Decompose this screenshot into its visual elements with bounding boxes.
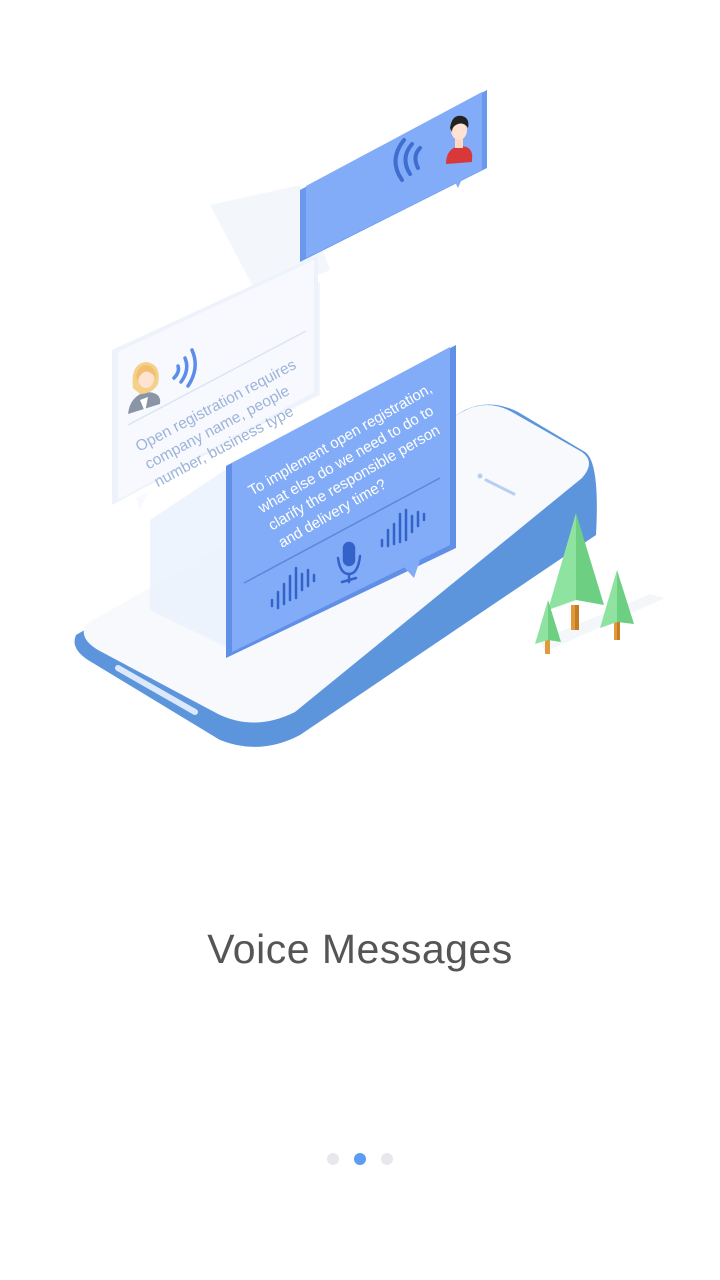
onboarding-title: Voice Messages — [207, 926, 513, 972]
page-dot-2-active[interactable] — [354, 1153, 366, 1165]
page-dot-1[interactable] — [327, 1153, 339, 1165]
phone-camera — [477, 473, 483, 479]
top-voice-bubble — [300, 90, 487, 262]
page-indicator — [0, 1153, 720, 1167]
onboarding-illustration: Open registration requires company name,… — [74, 90, 665, 747]
page-dot-3[interactable] — [381, 1153, 393, 1165]
